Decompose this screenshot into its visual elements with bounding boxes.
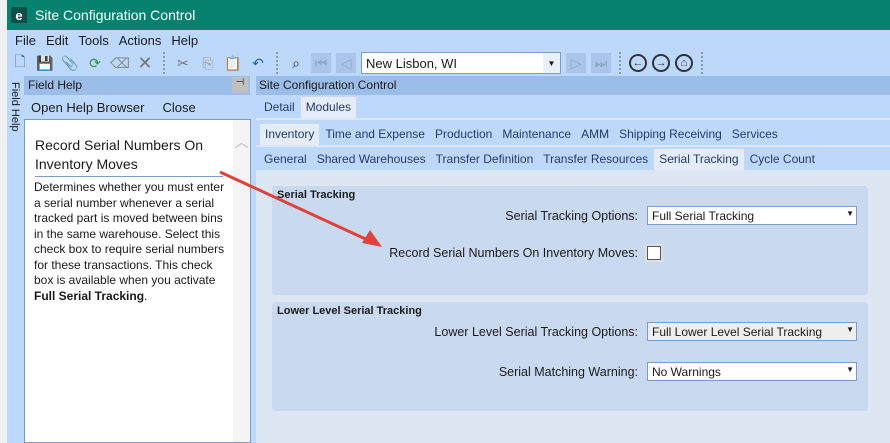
arrow-line (219, 170, 373, 244)
arrow-head (362, 230, 382, 247)
annotation-arrow (219, 170, 382, 247)
